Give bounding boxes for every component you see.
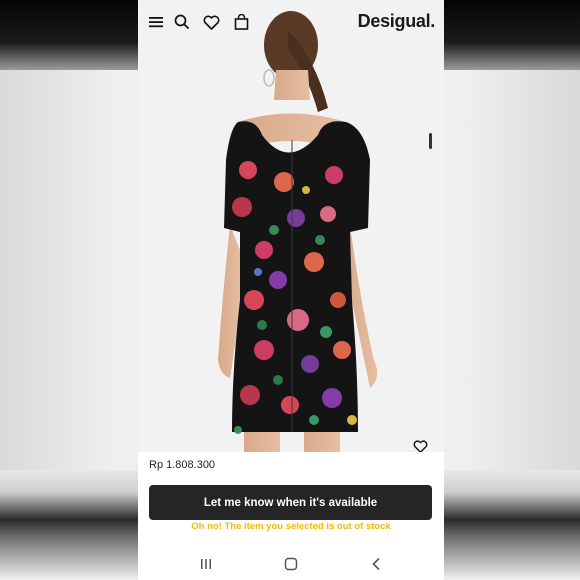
hamburger-menu-icon[interactable] xyxy=(146,12,166,32)
phone-screen: Desigual. Rp 1.808.300 Let me know when … xyxy=(138,0,444,580)
out-of-stock-message: Oh no! The item you selected is out of s… xyxy=(191,521,391,532)
heart-outline-icon[interactable] xyxy=(411,437,429,452)
shopping-bag-icon[interactable] xyxy=(231,12,251,32)
image-scroll-indicator[interactable] xyxy=(429,133,432,149)
back-icon[interactable] xyxy=(366,556,386,572)
product-image[interactable]: Desigual. xyxy=(138,0,444,452)
search-icon[interactable] xyxy=(172,12,192,32)
recent-apps-icon[interactable] xyxy=(196,556,216,572)
system-navigation-bar xyxy=(138,548,444,580)
brand-logo[interactable]: Desigual. xyxy=(358,11,436,32)
heart-icon[interactable] xyxy=(201,12,221,32)
top-navigation-bar: Desigual. xyxy=(138,0,444,44)
product-price: Rp 1.808.300 xyxy=(149,459,216,471)
home-icon[interactable] xyxy=(281,556,301,572)
notify-when-available-button[interactable]: Let me know when it's available xyxy=(149,485,432,520)
dress-illustration xyxy=(218,11,378,452)
